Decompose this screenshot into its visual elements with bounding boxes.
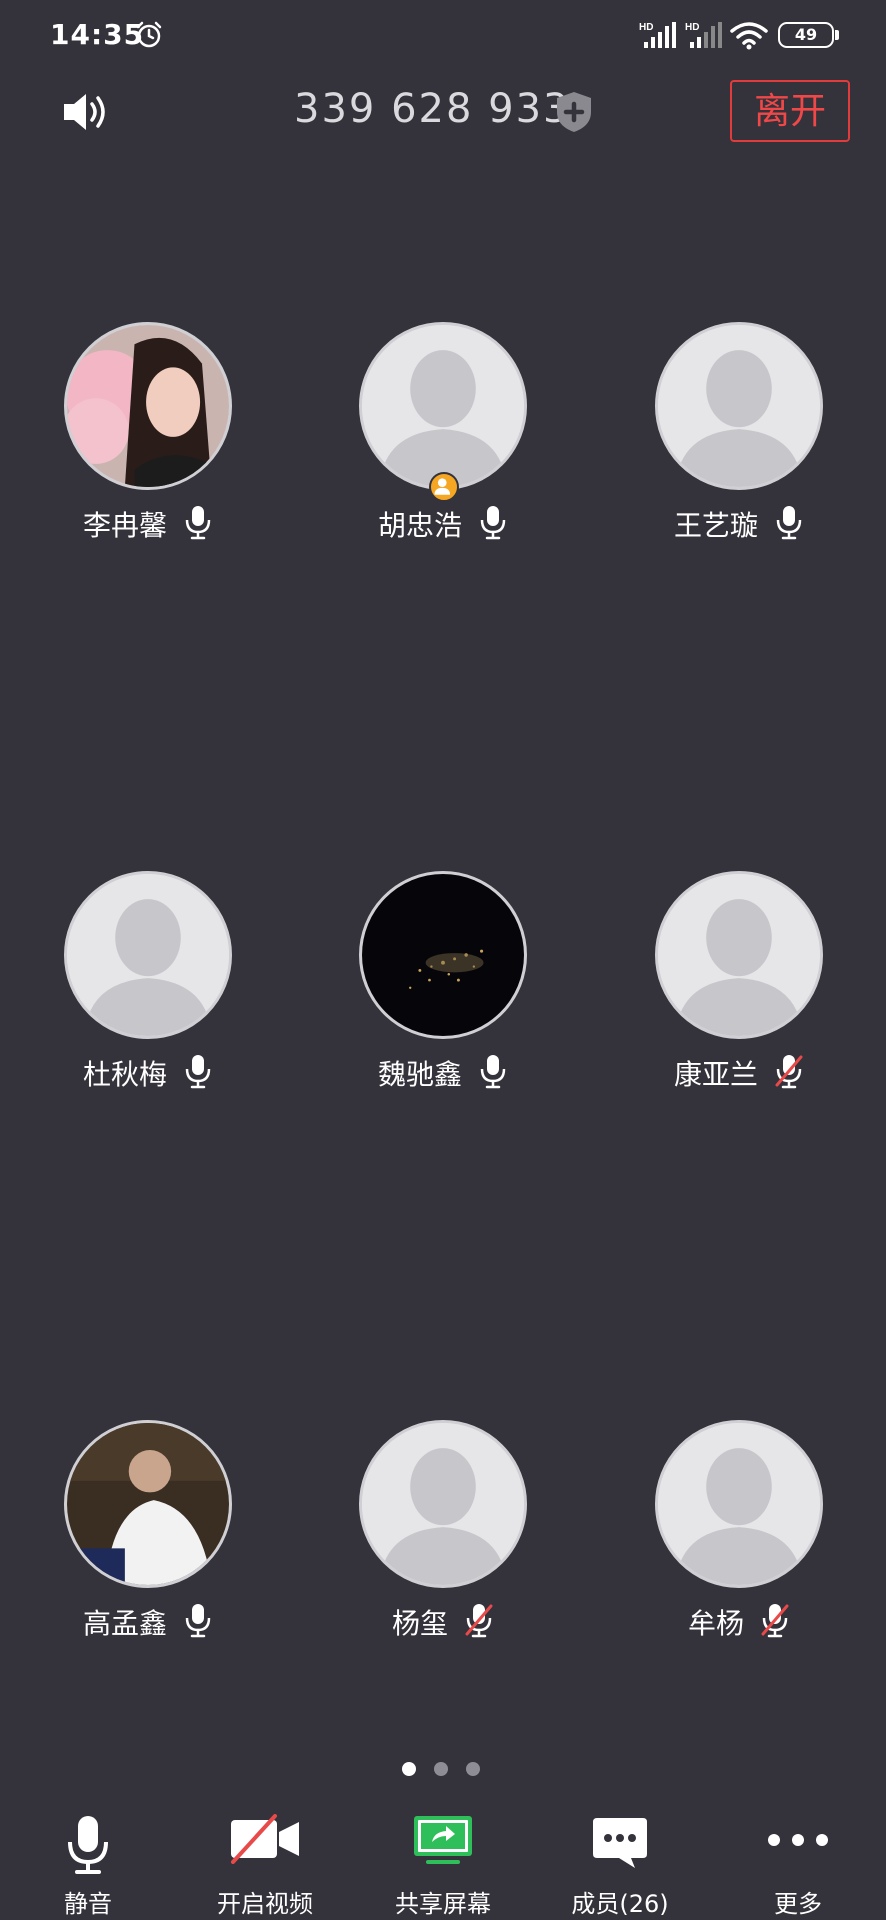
participant-name: 杨玺 <box>391 1607 448 1640</box>
signal-hd-icon: HD <box>639 22 676 48</box>
mic-on-icon <box>183 1053 213 1093</box>
avatar[interactable] <box>64 322 232 490</box>
participant-name-row: 胡忠浩 <box>323 504 563 544</box>
mic-on-icon <box>478 504 508 544</box>
svg-text:HD: HD <box>639 22 653 33</box>
mic-on-icon <box>478 1053 508 1093</box>
status-bar: 14:35 HD HD 49 <box>0 0 886 72</box>
participant-name: 胡忠浩 <box>377 509 462 542</box>
bottom-toolbar: 静音 开启视频 共享屏幕 成员(26) 更多 <box>0 1800 886 1920</box>
svg-text:HD: HD <box>685 22 699 33</box>
page-dot-2[interactable] <box>434 1762 448 1776</box>
alarm-icon <box>136 21 162 48</box>
participant-name-row: 高孟鑫 <box>28 1602 268 1642</box>
participant-name-row: 魏驰鑫 <box>323 1053 563 1093</box>
share-screen-label: 共享屏幕 <box>395 1890 491 1918</box>
shield-icon[interactable] <box>554 90 594 134</box>
mic-muted-icon <box>760 1602 790 1642</box>
members-label: 成员(26) <box>571 1890 669 1918</box>
participant-name-row: 王艺璇 <box>619 504 859 544</box>
participant-name: 李冉馨 <box>82 509 167 542</box>
signal-hd-icon-2: HD <box>685 22 722 48</box>
page-dot-1[interactable] <box>402 1762 416 1776</box>
wifi-icon <box>730 22 768 50</box>
mic-on-icon <box>183 504 213 544</box>
battery-level: 49 <box>794 25 818 44</box>
page-indicator[interactable] <box>402 1762 480 1776</box>
mic-muted-icon <box>774 1053 804 1093</box>
start-video-label: 开启视频 <box>217 1890 313 1918</box>
battery-tip <box>835 30 839 40</box>
meeting-id[interactable]: 339 628 933 <box>294 86 570 132</box>
share-screen-icon <box>414 1816 472 1864</box>
mic-muted-icon <box>464 1602 494 1642</box>
participant-name: 高孟鑫 <box>82 1607 167 1640</box>
more-label: 更多 <box>774 1890 822 1918</box>
speaker-icon[interactable] <box>60 90 112 134</box>
chat-bubble-icon <box>593 1818 647 1868</box>
default-avatar-icon[interactable] <box>655 1420 823 1588</box>
host-badge-icon <box>429 472 459 502</box>
mute-label: 静音 <box>64 1890 112 1918</box>
default-avatar-icon[interactable] <box>64 871 232 1039</box>
participant-name: 王艺璇 <box>673 509 758 542</box>
battery-indicator: 49 <box>778 22 834 48</box>
default-avatar-icon[interactable] <box>655 871 823 1039</box>
mic-on-icon <box>774 504 804 544</box>
participant-name: 康亚兰 <box>673 1058 758 1091</box>
avatar[interactable] <box>359 871 527 1039</box>
mic-on-icon <box>183 1602 213 1642</box>
participant-name-row: 杨玺 <box>323 1602 563 1642</box>
avatar[interactable] <box>64 1420 232 1588</box>
participant-name-row: 杜秋梅 <box>28 1053 268 1093</box>
default-avatar-icon[interactable] <box>359 1420 527 1588</box>
leave-button[interactable]: 离开 <box>730 80 850 142</box>
video-off-icon <box>231 1814 299 1864</box>
participant-name-row: 李冉馨 <box>28 504 268 544</box>
participant-name: 魏驰鑫 <box>377 1058 462 1091</box>
status-time: 14:35 <box>50 18 145 51</box>
more-dots-icon <box>768 1834 828 1846</box>
default-avatar-icon[interactable] <box>359 322 527 490</box>
default-avatar-icon[interactable] <box>655 322 823 490</box>
participant-name-row: 康亚兰 <box>619 1053 859 1093</box>
participant-name: 杜秋梅 <box>82 1058 167 1091</box>
page-dot-3[interactable] <box>466 1762 480 1776</box>
microphone-icon <box>68 1816 108 1874</box>
participant-name-row: 牟杨 <box>619 1602 859 1642</box>
participant-name: 牟杨 <box>687 1607 744 1640</box>
